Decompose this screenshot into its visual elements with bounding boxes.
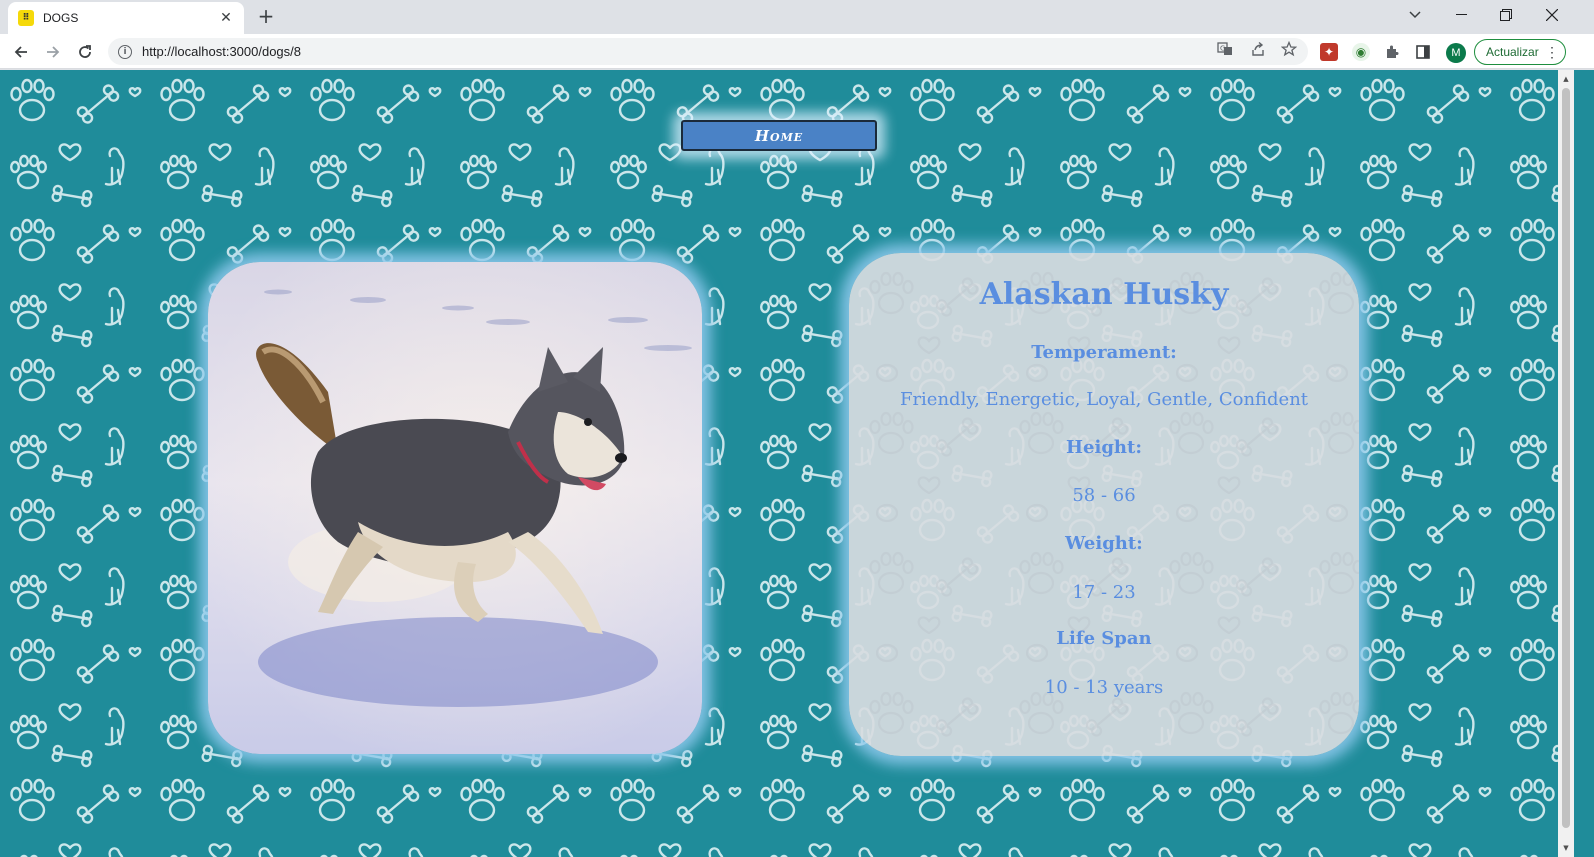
translate-icon[interactable]: G	[1216, 40, 1234, 58]
extension-red-icon[interactable]: ✦	[1320, 43, 1338, 61]
restore-icon[interactable]	[1491, 4, 1521, 26]
page-scrollbar[interactable]: ▲ ▼	[1558, 70, 1574, 857]
extensions-puzzle-icon[interactable]	[1383, 43, 1401, 61]
share-icon[interactable]	[1249, 40, 1267, 58]
life-span-value: 10 - 13 years	[1044, 677, 1164, 698]
minimize-icon[interactable]	[1446, 4, 1476, 26]
weight-value: 17 - 23	[1072, 582, 1136, 603]
address-bar[interactable]: i http://localhost:3000/dogs/8	[108, 38, 1308, 65]
close-window-icon[interactable]	[1537, 4, 1567, 26]
tab-search-icon[interactable]	[1400, 4, 1430, 26]
reload-icon[interactable]	[72, 39, 98, 65]
browser-tab[interactable]: ⠿ DOGS ✕	[8, 2, 244, 34]
side-panel-icon[interactable]	[1414, 43, 1432, 61]
back-icon[interactable]	[8, 39, 34, 65]
paw-favicon-icon: ⠿	[18, 10, 34, 26]
browser-toolbar: i http://localhost:3000/dogs/8 G ✦ ◉ M A…	[0, 34, 1594, 69]
scroll-down-arrow-icon[interactable]: ▼	[1558, 841, 1574, 855]
tab-title: DOGS	[43, 11, 79, 25]
scroll-thumb[interactable]	[1562, 88, 1570, 828]
site-info-icon[interactable]: i	[118, 44, 132, 59]
update-label: Actualizar	[1486, 45, 1539, 59]
menu-dots-icon[interactable]: ⋮	[1545, 44, 1559, 60]
bookmark-star-icon[interactable]	[1280, 40, 1298, 58]
extension-green-icon[interactable]: ◉	[1352, 43, 1370, 61]
new-tab-icon[interactable]: +	[256, 6, 276, 26]
temperament-value: Friendly, Energetic, Loyal, Gentle, Conf…	[899, 389, 1309, 410]
window-edge	[1574, 70, 1594, 857]
husky-running-in-snow-image	[208, 262, 702, 754]
height-label: Height:	[1066, 437, 1142, 458]
dog-photo	[208, 262, 702, 754]
url-text: http://localhost:3000/dogs/8	[142, 44, 302, 59]
dog-name: Alaskan Husky	[979, 277, 1229, 312]
page-viewport: Home Alaskan Husky Temperament: Friendly…	[0, 70, 1558, 857]
weight-label: Weight:	[1065, 533, 1143, 554]
forward-icon[interactable]	[40, 39, 66, 65]
close-tab-icon[interactable]: ✕	[218, 10, 234, 26]
height-value: 58 - 66	[1072, 485, 1136, 506]
temperament-label: Temperament:	[1031, 342, 1177, 363]
life-span-label: Life Span	[1056, 628, 1152, 649]
profile-avatar[interactable]: M	[1446, 43, 1466, 63]
scroll-up-arrow-icon[interactable]: ▲	[1558, 72, 1574, 86]
dog-info-card: Alaskan Husky Temperament: Friendly, Ene…	[849, 253, 1359, 756]
update-button[interactable]: Actualizar ⋮	[1474, 39, 1566, 65]
home-button[interactable]: Home	[681, 120, 877, 151]
tab-strip: ⠿ DOGS ✕ +	[0, 0, 1594, 34]
